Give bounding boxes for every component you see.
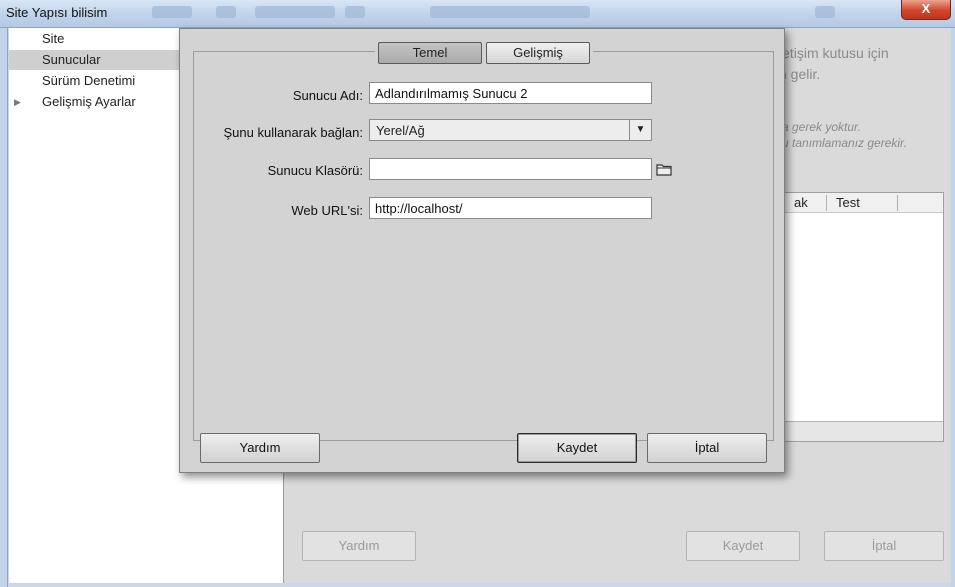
background-note-line1: za gerek yoktur. [776,120,861,134]
titlebar-blur [430,6,590,18]
titlebar-blur [255,6,335,18]
close-icon: X [921,1,931,16]
column-separator [897,195,898,211]
connect-using-value: Yerel/Ağ [376,123,425,138]
titlebar-blur [815,6,835,18]
background-note-line2: cu tanımlamanız gerekir. [776,136,907,150]
titlebar-blur [345,6,365,18]
background-cancel-button: İptal [824,531,944,561]
sidebar-item-label: Sunucular [42,52,101,67]
sidebar-item-label: Gelişmiş Ayarlar [42,94,136,109]
window-titlebar: Site Yapısı bilisim X [0,0,955,28]
tab-bar: Temel Gelişmiş [375,42,593,64]
settings-panel [193,51,774,441]
background-description-line1: letişim kutusu için [779,45,889,61]
window-frame-left [0,28,8,587]
background-help-button: Yardım [302,531,416,561]
close-button[interactable]: X [901,0,951,20]
help-button[interactable]: Yardım [200,433,320,463]
web-url-input[interactable] [369,197,652,219]
folder-icon[interactable] [656,162,672,176]
server-name-input[interactable] [369,82,652,104]
titlebar-blur [152,6,192,18]
cancel-button[interactable]: İptal [647,433,767,463]
connect-using-select[interactable]: Yerel/Ağ ▼ [369,119,652,141]
triangle-right-icon[interactable]: ▶ [14,92,21,112]
window-title: Site Yapısı bilisim [6,5,108,20]
background-description-line2: n gelir. [779,66,821,82]
sidebar-item-label: Sürüm Denetimi [42,73,136,88]
titlebar-blur [216,6,236,18]
dropdown-arrow-icon[interactable]: ▼ [629,120,651,140]
sidebar-item-label: Site [42,31,65,46]
background-save-button: Kaydet [686,531,800,561]
column-header[interactable]: ak [794,195,808,210]
web-url-label: Web URL'si: [291,203,363,218]
server-name-label: Sunucu Adı: [292,88,363,103]
column-header-test[interactable]: Test [836,195,860,210]
connect-using-label: Şunu kullanarak bağlan: [223,125,364,140]
save-button[interactable]: Kaydet [517,433,637,463]
column-separator [826,195,827,211]
server-settings-dialog: Temel Gelişmiş Sunucu Adı: Şunu kullanar… [179,28,785,473]
tab-advanced[interactable]: Gelişmiş [486,42,590,64]
server-folder-input[interactable] [369,158,652,180]
tab-basic[interactable]: Temel [378,42,482,64]
server-folder-label: Sunucu Klasörü: [267,163,363,178]
window-frame-right [951,28,955,587]
